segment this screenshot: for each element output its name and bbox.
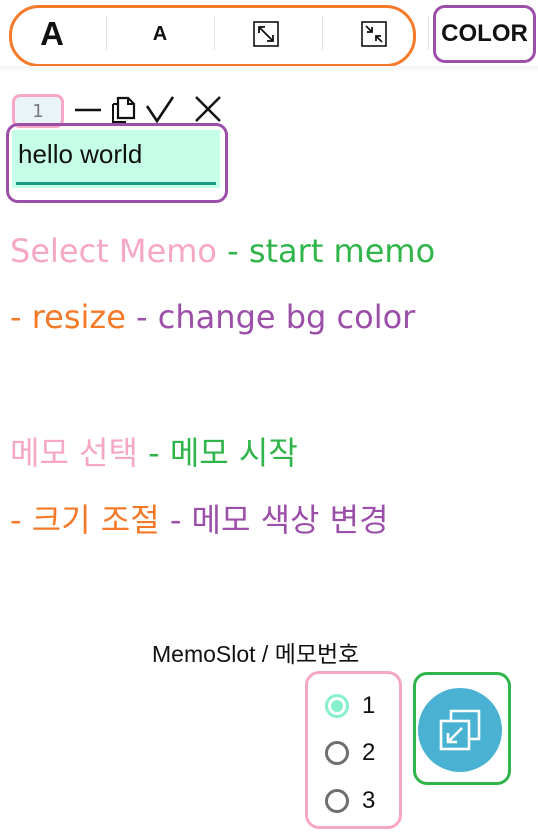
memo-slot-title: MemoSlot / 메모번호 bbox=[152, 641, 360, 667]
legend-dash: - bbox=[10, 501, 32, 539]
legend-line-ko-1: 메모 선택 - 메모 시작 bbox=[10, 428, 298, 474]
copy-icon bbox=[112, 96, 136, 123]
copy-button[interactable] bbox=[110, 94, 140, 124]
legend-line-en-1: Select Memo - start memo bbox=[10, 232, 435, 270]
open-memo-window-icon bbox=[439, 709, 481, 751]
toolbar-shadow bbox=[0, 66, 538, 72]
legend-line-en-2: - resize - change bg color bbox=[10, 298, 415, 336]
close-button[interactable] bbox=[193, 94, 223, 124]
toolbar-divider bbox=[214, 16, 215, 50]
slot-option-2[interactable]: 2 bbox=[325, 737, 375, 769]
toolbar-divider bbox=[322, 16, 323, 50]
legend-line-ko-2: - 크기 조절 - 메모 색상 변경 bbox=[10, 495, 389, 541]
legend-resize: resize bbox=[31, 298, 126, 336]
font-large-button[interactable]: A bbox=[20, 8, 84, 60]
legend-change-color: change bg color bbox=[157, 298, 416, 336]
slot-option-label: 2 bbox=[362, 739, 376, 766]
slot-option-label: 1 bbox=[362, 692, 376, 719]
radio-unselected-icon[interactable] bbox=[325, 741, 349, 765]
close-icon bbox=[195, 96, 221, 122]
radio-selected-icon[interactable] bbox=[325, 694, 349, 718]
legend-separator: - bbox=[137, 434, 170, 472]
expand-button[interactable] bbox=[236, 8, 296, 60]
memo-input-underline bbox=[16, 182, 216, 185]
legend-start-memo-ko: 메모 시작 bbox=[169, 434, 298, 472]
legend-separator: - bbox=[125, 298, 158, 336]
legend-change-color-ko: 메모 색상 변경 bbox=[191, 501, 389, 539]
shrink-button[interactable] bbox=[344, 8, 404, 60]
minimize-button[interactable] bbox=[73, 94, 103, 124]
start-memo-button[interactable] bbox=[418, 688, 502, 772]
slot-option-1[interactable]: 1 bbox=[325, 690, 375, 722]
legend-resize-ko: 크기 조절 bbox=[31, 501, 160, 539]
slot-option-3[interactable]: 3 bbox=[325, 785, 375, 817]
check-icon bbox=[145, 96, 175, 124]
font-small-button[interactable]: A bbox=[128, 8, 192, 60]
legend-dash: - bbox=[10, 298, 32, 336]
legend-separator: - bbox=[159, 501, 192, 539]
toolbar-divider bbox=[106, 16, 107, 50]
legend-start-memo: start memo bbox=[248, 232, 436, 270]
toolbar-divider bbox=[428, 16, 429, 50]
expand-arrows-icon bbox=[253, 21, 279, 47]
memo-text-input[interactable] bbox=[12, 130, 220, 188]
color-button[interactable]: COLOR bbox=[436, 8, 533, 60]
legend-select-memo-ko: 메모 선택 bbox=[10, 434, 138, 472]
slot-option-label: 3 bbox=[362, 787, 376, 814]
radio-unselected-icon[interactable] bbox=[325, 789, 349, 813]
minimize-icon bbox=[75, 108, 101, 112]
legend-separator: - bbox=[216, 232, 249, 270]
legend-select-memo: Select Memo bbox=[10, 232, 217, 270]
shrink-arrows-icon bbox=[361, 21, 387, 47]
confirm-button[interactable] bbox=[145, 94, 175, 124]
